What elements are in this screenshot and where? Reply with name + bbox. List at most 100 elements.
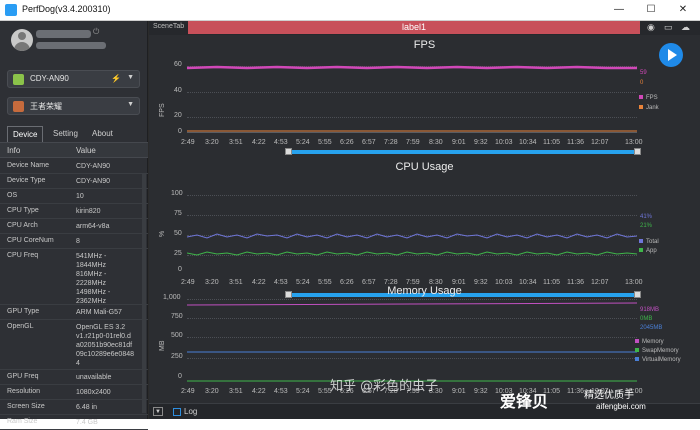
blurred-account — [36, 42, 106, 49]
x-tick: 9:32 — [474, 388, 488, 395]
fps-ytick: 60 — [174, 61, 182, 68]
x-tick: 4:22 — [252, 388, 266, 395]
table-row: Resolution 1080x2400 — [0, 385, 148, 400]
fps-title: FPS — [413, 39, 436, 51]
cpu-total-value: 41% — [640, 214, 653, 220]
table-row: OpenGL OpenGL ES 3.2 v1.r21p0-01rel0.d a0… — [0, 320, 148, 370]
slider-handle-right[interactable] — [634, 148, 641, 155]
collapse-icon[interactable]: ▼ — [153, 407, 163, 416]
table-row: GPU Type ARM Mali-G57 — [0, 305, 148, 320]
legend-virtual-memory[interactable]: VirtualMemory — [635, 357, 681, 363]
x-tick: 2:49 — [181, 139, 195, 146]
tab-about[interactable]: About — [87, 126, 118, 142]
legend-swap-memory[interactable]: SwapMemory — [635, 348, 679, 354]
avatar[interactable] — [11, 29, 33, 51]
memory-ytick: 0 — [178, 373, 182, 380]
fps-range-slider[interactable] — [289, 150, 637, 154]
table-row: OS 10 — [0, 189, 148, 204]
legend-label: FPS — [646, 95, 658, 101]
user-section: ⏻ — [0, 21, 148, 61]
fps-ylabel: FPS — [159, 103, 166, 117]
cpu-ytick: 50 — [174, 230, 182, 237]
legend-total[interactable]: Total — [639, 239, 659, 245]
row-key: CPU Type — [7, 207, 39, 214]
legend-swatch — [635, 348, 639, 353]
legend-label: Total — [646, 239, 659, 245]
header-info: Info — [7, 146, 21, 155]
row-value: arm64-v8a — [76, 223, 110, 230]
memory-ytick: 750 — [171, 313, 183, 320]
x-tick: 4:53 — [274, 388, 288, 395]
legend-label: SwapMemory — [642, 348, 679, 354]
location-icon[interactable]: ◉ — [647, 22, 655, 33]
log-label[interactable]: Log — [184, 407, 197, 416]
row-value: 6.48 in — [76, 404, 98, 411]
x-tick: 2:49 — [181, 388, 195, 395]
legend-app[interactable]: App — [639, 248, 657, 254]
cpu-ytick: 25 — [174, 250, 182, 257]
x-tick: 6:26 — [340, 139, 354, 146]
legend-jank[interactable]: Jank — [639, 105, 659, 111]
fps-panel: FPS FPS 60 40 20 0 59 0 FPS Jank 2:49 3:… — [149, 35, 700, 155]
watermark-url: aifengbei.com — [596, 402, 646, 411]
usb-icon[interactable]: ⚡ — [111, 74, 121, 83]
memory-plot — [187, 302, 637, 382]
chevron-down-icon: ▼ — [127, 74, 134, 81]
x-tick: 3:20 — [205, 139, 219, 146]
scene-tab-bar: SceneTab label1 ◉ ▭ ☁ — [149, 21, 700, 35]
device-info-table: Info Value Device Name CDY-AN90 Device Ty… — [0, 142, 148, 430]
cloud-icon[interactable]: ☁ — [681, 22, 690, 33]
x-tick: 4:22 — [252, 139, 266, 146]
app-dropdown-label: 王者荣耀 — [30, 102, 62, 111]
x-tick: 3:20 — [205, 388, 219, 395]
x-tick: 10:03 — [495, 139, 513, 146]
legend-fps[interactable]: FPS — [639, 95, 658, 101]
row-key: CPU Arch — [7, 222, 38, 229]
x-tick: 3:51 — [229, 388, 243, 395]
folder-icon[interactable]: ▭ — [664, 22, 673, 33]
cpu-ytick: 100 — [171, 190, 183, 197]
memory-value: 918MB — [640, 307, 660, 313]
legend-swatch — [639, 239, 643, 244]
close-button[interactable]: ✕ — [668, 0, 698, 20]
sidebar: ⏻ CDY-AN90 ⚡ ▼ 王者荣耀 ▼ Device Setting Abo… — [0, 21, 148, 430]
cpu-app-line — [187, 251, 637, 256]
fps-plot — [187, 65, 637, 132]
app-icon-game — [13, 101, 24, 112]
x-tick: 9:32 — [474, 139, 488, 146]
label-bar-text: label1 — [401, 22, 427, 32]
device-dropdown[interactable]: CDY-AN90 ⚡ ▼ — [7, 70, 140, 88]
cpu-plot — [187, 233, 637, 256]
title-bar: PerfDog(v3.4.200310) — ☐ ✕ — [0, 0, 700, 21]
legend-swatch — [635, 339, 639, 344]
tab-device[interactable]: Device — [7, 126, 44, 142]
gridline — [187, 215, 637, 216]
jank-value: 0 — [640, 80, 644, 86]
minimize-button[interactable]: — — [604, 0, 634, 20]
x-tick: 7:59 — [406, 139, 420, 146]
log-checkbox[interactable] — [173, 408, 181, 416]
row-key: GPU Type — [7, 308, 40, 315]
legend-swatch — [635, 357, 639, 362]
legend-memory[interactable]: Memory — [635, 339, 664, 345]
maximize-button[interactable]: ☐ — [636, 0, 666, 20]
watermark-brand: 爱锋贝 — [500, 392, 549, 411]
row-value: CDY-AN90 — [76, 163, 110, 170]
app-icon — [5, 4, 17, 16]
app-dropdown[interactable]: 王者荣耀 ▼ — [7, 97, 140, 115]
cpu-ytick: 0 — [178, 266, 182, 273]
row-value: kirin820 — [76, 208, 101, 215]
table-row: CPU CoreNum 8 — [0, 234, 148, 249]
power-icon[interactable]: ⏻ — [93, 27, 99, 37]
label-bar[interactable]: label1 — [188, 21, 640, 34]
sidebar-tabs: Device Setting About — [7, 126, 140, 142]
cpu-total-line — [187, 233, 637, 239]
main-area: SceneTab label1 ◉ ▭ ☁ FPS FPS 60 40 20 0… — [149, 21, 700, 419]
slider-handle-left[interactable] — [285, 148, 292, 155]
memory-ytick: 500 — [171, 332, 183, 339]
table-row: Device Name CDY-AN90 — [0, 159, 148, 174]
sidebar-scrollbar[interactable] — [142, 173, 146, 413]
tab-setting[interactable]: Setting — [48, 126, 83, 142]
table-row: Device Type CDY-AN90 — [0, 174, 148, 189]
android-icon — [13, 74, 24, 85]
